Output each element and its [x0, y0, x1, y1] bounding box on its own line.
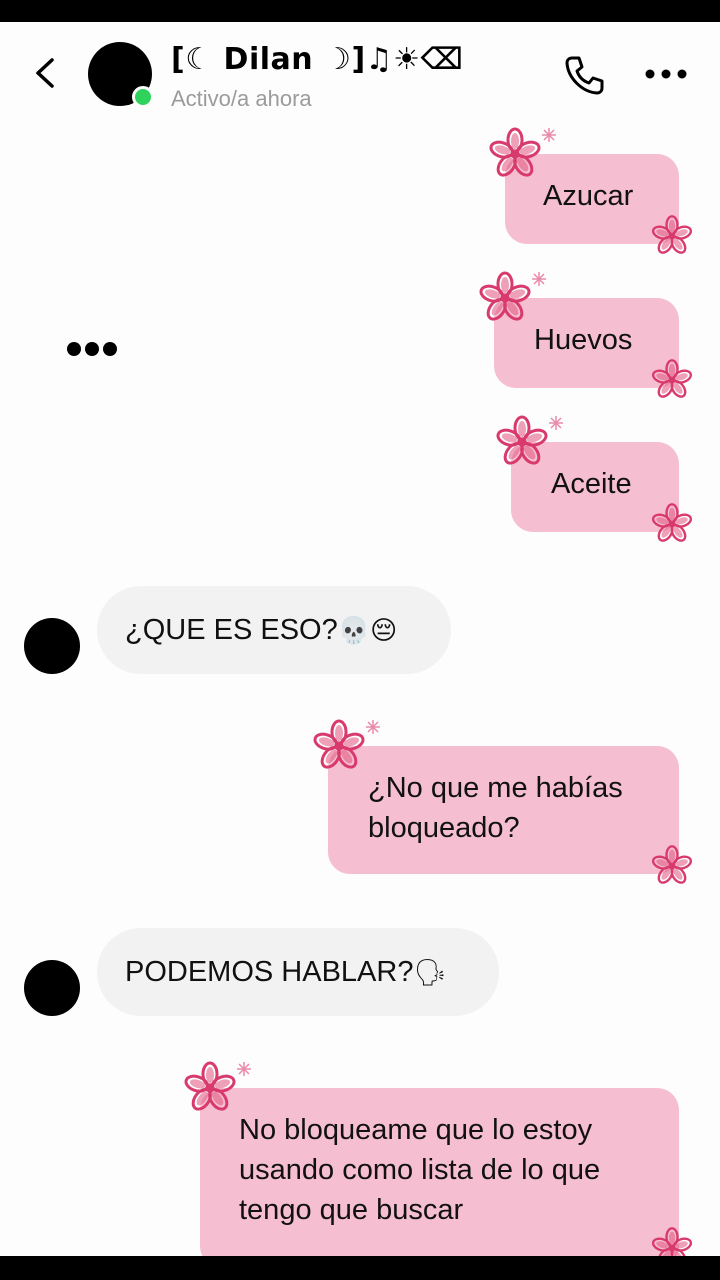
message-incoming[interactable]: PODEMOS HABLAR?🗣 [97, 928, 499, 1016]
chevron-left-icon[interactable] [28, 56, 62, 90]
flower-sticker-icon [650, 359, 694, 401]
message-text: PODEMOS HABLAR? [125, 956, 414, 988]
flower-sticker-icon [477, 271, 547, 324]
message-text-line: bloqueado? [368, 812, 520, 844]
message-emoji: 💀😔 [337, 616, 398, 646]
flower-sticker-icon [182, 1061, 252, 1114]
message-text: Aceite [551, 468, 632, 500]
avatar[interactable] [24, 960, 80, 1016]
contact-name[interactable]: [☾ Dilan ☽]♫☀⌫ [171, 42, 463, 77]
message-text: Azucar [543, 180, 634, 212]
active-status: Activo/a ahora [171, 86, 312, 111]
flower-sticker-icon [487, 127, 557, 180]
message-text-line: usando como lista de lo que [239, 1154, 601, 1186]
message-text-line: ¿No que me habías [368, 772, 623, 804]
more-dots-icon[interactable] [644, 66, 688, 82]
message-text: Huevos [534, 324, 633, 356]
message-text-line: No bloqueame que lo estoy [239, 1114, 593, 1146]
flower-sticker-icon [650, 215, 694, 257]
chat-screen: [☾ Dilan ☽]♫☀⌫ Activo/a ahora Azucar Hue… [0, 22, 720, 1256]
phone-icon[interactable] [560, 52, 608, 100]
flower-sticker-icon [650, 503, 694, 545]
message-text: ¿QUE ES ESO? [125, 614, 338, 646]
message-incoming[interactable]: ¿QUE ES ESO?💀😔 [97, 586, 451, 674]
typing-indicator-icon [67, 342, 117, 356]
message-text-line: tengo que buscar [239, 1194, 464, 1226]
flower-sticker-icon [494, 415, 564, 468]
flower-sticker-icon [311, 719, 381, 772]
flower-sticker-icon [650, 845, 694, 887]
message-emoji: 🗣 [413, 958, 447, 988]
avatar[interactable] [24, 618, 80, 674]
flower-sticker-icon [650, 1227, 694, 1256]
online-indicator [132, 86, 154, 108]
message-outgoing[interactable]: No bloqueame que lo estoy usando como li… [200, 1088, 679, 1256]
contact-avatar[interactable] [88, 42, 154, 108]
